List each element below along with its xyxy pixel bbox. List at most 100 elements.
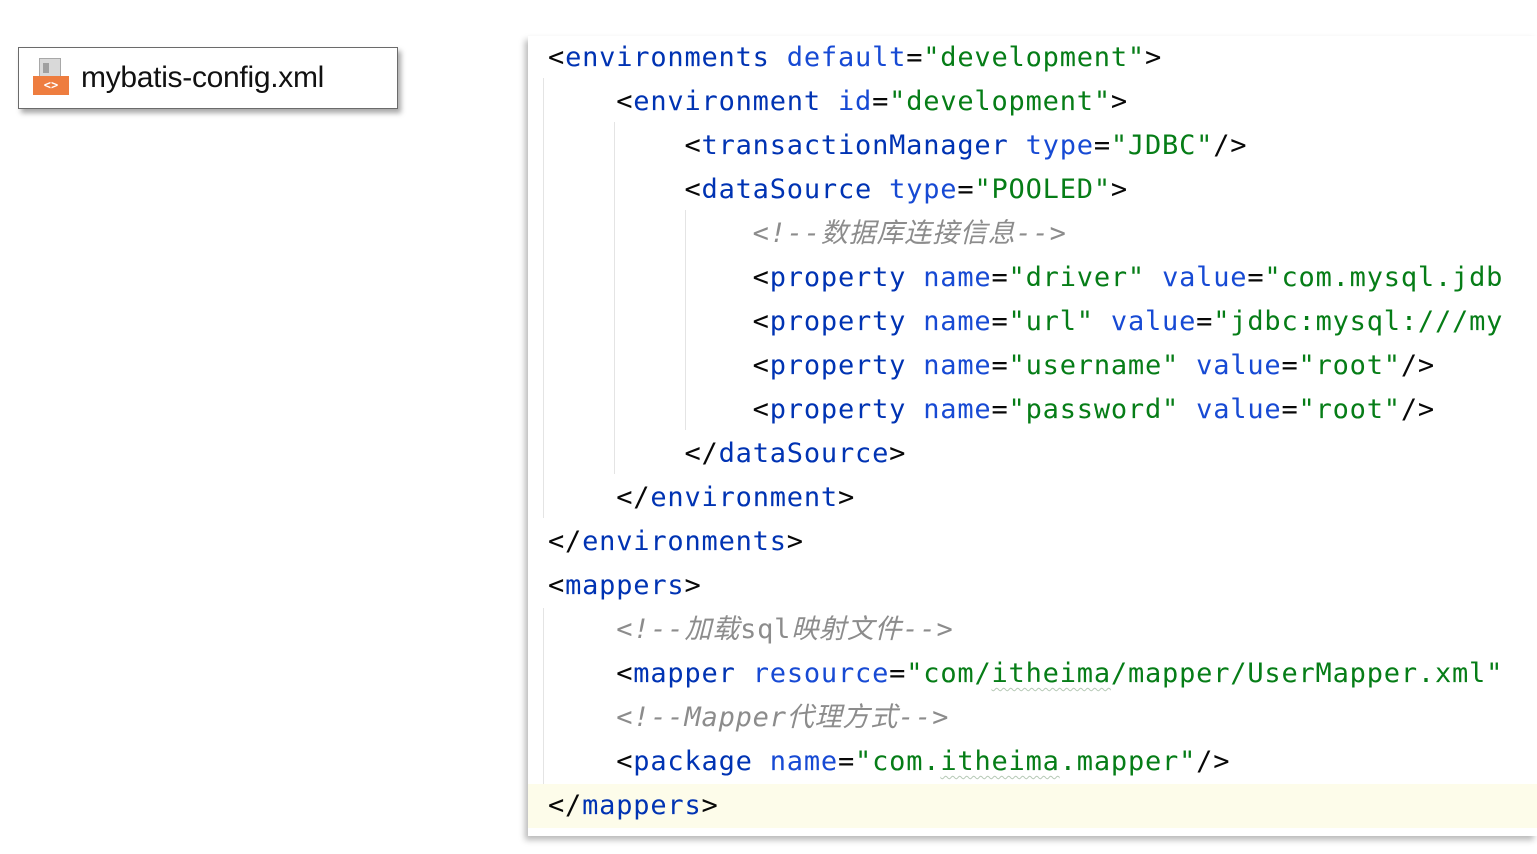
code-token: > (1110, 86, 1128, 117)
code-line[interactable]: <package name="com.itheima.mapper"/> (548, 740, 1537, 784)
code-line[interactable]: </environment> (548, 476, 1537, 520)
file-label[interactable]: <> mybatis-config.xml (18, 47, 398, 109)
code-token: value (1196, 394, 1282, 425)
code-token: /> (1213, 130, 1248, 161)
spellcheck-token: itheima (991, 658, 1111, 689)
code-token: value (1110, 306, 1197, 337)
code-token: resource (752, 658, 890, 689)
code-token: = (1093, 130, 1111, 161)
indent-guide (543, 78, 544, 518)
code-token: property (769, 394, 907, 425)
code-token: < (752, 262, 770, 293)
code-token: "development" (923, 42, 1145, 73)
code-line[interactable]: <property name="driver" value="com.mysql… (548, 256, 1537, 300)
code-token: "JDBC" (1110, 130, 1214, 161)
code-token: < (548, 42, 566, 73)
code-token: < (616, 658, 634, 689)
code-line[interactable]: <mapper resource="com/itheima/mapper/Use… (548, 652, 1537, 696)
code-token: type (889, 174, 958, 205)
code-token: mappers (565, 570, 685, 601)
code-token: "com. (855, 746, 941, 777)
code-line[interactable]: <!--加载sql映射文件--> (548, 608, 1537, 652)
code-token: transactionManager (701, 130, 1009, 161)
code-token: name (923, 350, 992, 381)
code-line[interactable]: <transactionManager type="JDBC"/> (548, 124, 1537, 168)
code-token: dataSource (701, 174, 873, 205)
code-token: "root" (1298, 350, 1401, 381)
code-token: name (769, 746, 838, 777)
code-line[interactable]: <!--Mapper代理方式--> (548, 696, 1537, 740)
code-line[interactable]: <!--数据库连接信息--> (548, 212, 1537, 256)
code-line[interactable]: <environment id="development"> (548, 80, 1537, 124)
code-token: "com/ (906, 658, 992, 689)
code-token: < (684, 130, 702, 161)
code-token: > (1144, 42, 1163, 73)
code-token: < (616, 86, 634, 117)
code-line[interactable]: </environments> (548, 520, 1537, 564)
code-token: id (837, 86, 873, 117)
code-token: "url" (1008, 306, 1094, 337)
file-name: mybatis-config.xml (81, 61, 324, 94)
code-token: = (837, 746, 856, 777)
code-token: mappers (582, 790, 702, 821)
code-token: /> (1400, 394, 1435, 425)
code-token: = (1281, 350, 1299, 381)
code-token: < (616, 746, 634, 777)
code-token: mapper (633, 658, 736, 689)
code-token: = (991, 394, 1009, 425)
code-token: /mapper/UserMapper.xml" (1110, 658, 1504, 689)
code-token: < (752, 350, 770, 381)
code-token: </ (548, 526, 583, 557)
code-editor[interactable]: <environments default="development"> <en… (528, 36, 1537, 836)
code-token: = (957, 174, 975, 205)
code-token: name (923, 394, 992, 425)
code-token: = (1247, 262, 1265, 293)
code-token: property (769, 306, 907, 337)
current-code-line[interactable]: </mappers> (528, 784, 1537, 828)
code-token: value (1196, 350, 1282, 381)
code-token: </ (684, 438, 719, 469)
code-line[interactable]: <mappers> (548, 564, 1537, 608)
code-token: "driver" (1008, 262, 1145, 293)
code-token: /> (1196, 746, 1231, 777)
code-token: > (837, 482, 856, 513)
code-token: "password" (1008, 394, 1180, 425)
code-token: environments (582, 526, 787, 557)
xml-file-icon-badge: <> (33, 76, 69, 95)
code-token: /> (1400, 350, 1435, 381)
indent-guide (543, 608, 544, 784)
code-line[interactable]: <dataSource type="POOLED"> (548, 168, 1537, 212)
code-comment: <!--Mapper代理方式--> (616, 702, 950, 733)
code-token: property (769, 262, 907, 293)
code-comment: 映射文件--> (791, 614, 954, 645)
code-token: "root" (1298, 394, 1401, 425)
code-token: > (684, 570, 702, 601)
code-token: < (548, 570, 566, 601)
code-token: "development" (889, 86, 1111, 117)
code-line[interactable]: <environments default="development"> (548, 36, 1537, 80)
code-token: "username" (1008, 350, 1180, 381)
code-token: dataSource (718, 438, 890, 469)
code-token: = (889, 658, 907, 689)
code-token: </ (616, 482, 651, 513)
code-token: name (923, 306, 992, 337)
code-line[interactable]: </dataSource> (548, 432, 1537, 476)
code-token: = (991, 350, 1009, 381)
xml-file-icon: <> (33, 58, 71, 98)
code-token: "com.mysql.jdb (1264, 262, 1504, 293)
code-line[interactable]: <property name="password" value="root"/> (548, 388, 1537, 432)
code-token: default (786, 42, 907, 73)
code-token: > (786, 526, 804, 557)
code-token: > (889, 438, 907, 469)
code-line[interactable]: <property name="url" value="jdbc:mysql:/… (548, 300, 1537, 344)
code-token: < (752, 306, 770, 337)
code-token: name (923, 262, 992, 293)
code-line[interactable]: <property name="username" value="root"/> (548, 344, 1537, 388)
code-token: < (752, 394, 770, 425)
code-token: = (906, 42, 924, 73)
code-token: </ (548, 790, 583, 821)
code-comment: <!--加载 (616, 614, 741, 645)
code-token: = (872, 86, 890, 117)
code-token: type (1025, 130, 1094, 161)
spellcheck-token: itheima (940, 746, 1060, 777)
